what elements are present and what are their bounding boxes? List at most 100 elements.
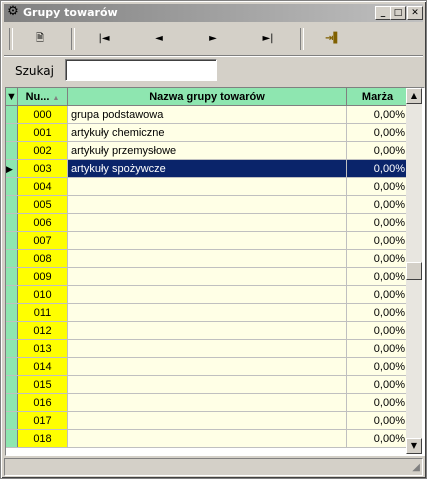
header-indicator[interactable]: ▼ bbox=[6, 88, 18, 106]
table-row[interactable]: 016 0,00% bbox=[6, 393, 409, 412]
row-number-cell[interactable]: 009 bbox=[17, 267, 68, 286]
table-row[interactable]: 015 0,00% bbox=[6, 375, 409, 394]
row-number-cell[interactable]: 007 bbox=[17, 231, 68, 250]
maximize-button[interactable]: □ bbox=[390, 6, 406, 20]
row-number-cell[interactable]: 006 bbox=[17, 213, 68, 232]
row-indicator[interactable] bbox=[6, 357, 18, 376]
row-name-cell[interactable] bbox=[67, 195, 347, 214]
row-marza-cell[interactable]: 0,00% bbox=[346, 393, 409, 412]
row-name-cell[interactable]: artykuły chemiczne bbox=[67, 123, 347, 142]
row-number-cell[interactable]: 002 bbox=[17, 141, 68, 160]
exit-button[interactable]: ⇥▌ bbox=[316, 27, 350, 51]
refresh-button[interactable]: 🗎 bbox=[28, 27, 52, 51]
row-marza-cell[interactable]: 0,00% bbox=[346, 231, 409, 250]
row-indicator[interactable]: ▶ bbox=[6, 159, 18, 178]
resize-grip-icon[interactable]: ◢ bbox=[412, 462, 420, 473]
row-number-cell[interactable]: 001 bbox=[17, 123, 68, 142]
search-input[interactable] bbox=[65, 59, 217, 81]
row-marza-cell[interactable]: 0,00% bbox=[346, 429, 409, 448]
row-number-cell[interactable]: 003 bbox=[17, 159, 68, 178]
table-row[interactable]: 004 0,00% bbox=[6, 177, 409, 196]
row-name-cell[interactable] bbox=[67, 357, 347, 376]
row-name-cell[interactable]: artykuły spożywcze bbox=[67, 159, 347, 178]
close-button[interactable]: ✕ bbox=[407, 6, 423, 20]
row-number-cell[interactable]: 012 bbox=[17, 321, 68, 340]
minimize-button[interactable]: _ bbox=[375, 6, 391, 20]
row-name-cell[interactable] bbox=[67, 285, 347, 304]
row-indicator[interactable] bbox=[6, 105, 18, 124]
row-indicator[interactable] bbox=[6, 141, 18, 160]
table-row[interactable]: 001 artykuły chemiczne 0,00% bbox=[6, 123, 409, 142]
scroll-up-button[interactable]: ▲ bbox=[406, 88, 422, 104]
table-row[interactable]: ▶ 003 artykuły spożywcze 0,00% bbox=[6, 159, 409, 178]
scroll-thumb[interactable] bbox=[406, 262, 422, 280]
row-indicator[interactable] bbox=[6, 429, 18, 448]
row-number-cell[interactable]: 011 bbox=[17, 303, 68, 322]
table-row[interactable]: 005 0,00% bbox=[6, 195, 409, 214]
row-name-cell[interactable] bbox=[67, 429, 347, 448]
row-number-cell[interactable]: 004 bbox=[17, 177, 68, 196]
table-row[interactable]: 006 0,00% bbox=[6, 213, 409, 232]
row-indicator[interactable] bbox=[6, 123, 18, 142]
row-indicator[interactable] bbox=[6, 231, 18, 250]
row-indicator[interactable] bbox=[6, 249, 18, 268]
scroll-down-button[interactable]: ▼ bbox=[406, 438, 422, 454]
row-number-cell[interactable]: 015 bbox=[17, 375, 68, 394]
row-indicator[interactable] bbox=[6, 393, 18, 412]
column-header-marza[interactable]: Marża bbox=[346, 88, 409, 106]
table-row[interactable]: 013 0,00% bbox=[6, 339, 409, 358]
row-name-cell[interactable] bbox=[67, 321, 347, 340]
row-indicator[interactable] bbox=[6, 213, 18, 232]
row-number-cell[interactable]: 018 bbox=[17, 429, 68, 448]
row-indicator[interactable] bbox=[6, 321, 18, 340]
row-marza-cell[interactable]: 0,00% bbox=[346, 285, 409, 304]
row-name-cell[interactable] bbox=[67, 267, 347, 286]
row-name-cell[interactable] bbox=[67, 411, 347, 430]
row-marza-cell[interactable]: 0,00% bbox=[346, 357, 409, 376]
row-indicator[interactable] bbox=[6, 303, 18, 322]
row-marza-cell[interactable]: 0,00% bbox=[346, 267, 409, 286]
row-marza-cell[interactable]: 0,00% bbox=[346, 411, 409, 430]
row-name-cell[interactable] bbox=[67, 249, 347, 268]
row-marza-cell[interactable]: 0,00% bbox=[346, 141, 409, 160]
previous-record-button[interactable]: ◄ bbox=[147, 27, 171, 51]
column-header-number[interactable]: Nu... ▲ bbox=[17, 88, 68, 106]
row-marza-cell[interactable]: 0,00% bbox=[346, 177, 409, 196]
table-row[interactable]: 008 0,00% bbox=[6, 249, 409, 268]
row-marza-cell[interactable]: 0,00% bbox=[346, 105, 409, 124]
row-indicator[interactable] bbox=[6, 195, 18, 214]
table-row[interactable]: 007 0,00% bbox=[6, 231, 409, 250]
row-marza-cell[interactable]: 0,00% bbox=[346, 321, 409, 340]
first-record-button[interactable]: |◄ bbox=[92, 27, 116, 51]
row-number-cell[interactable]: 005 bbox=[17, 195, 68, 214]
row-name-cell[interactable] bbox=[67, 375, 347, 394]
row-name-cell[interactable] bbox=[67, 393, 347, 412]
table-row[interactable]: 018 0,00% bbox=[6, 429, 409, 448]
table-row[interactable]: 012 0,00% bbox=[6, 321, 409, 340]
table-row[interactable]: 011 0,00% bbox=[6, 303, 409, 322]
row-number-cell[interactable]: 017 bbox=[17, 411, 68, 430]
row-marza-cell[interactable]: 0,00% bbox=[346, 303, 409, 322]
row-name-cell[interactable] bbox=[67, 339, 347, 358]
row-indicator[interactable] bbox=[6, 285, 18, 304]
row-name-cell[interactable]: artykuły przemysłowe bbox=[67, 141, 347, 160]
vertical-scrollbar[interactable]: ▲ ▼ bbox=[406, 88, 422, 454]
row-number-cell[interactable]: 010 bbox=[17, 285, 68, 304]
row-name-cell[interactable] bbox=[67, 177, 347, 196]
row-marza-cell[interactable]: 0,00% bbox=[346, 249, 409, 268]
row-indicator[interactable] bbox=[6, 375, 18, 394]
row-name-cell[interactable] bbox=[67, 303, 347, 322]
row-indicator[interactable] bbox=[6, 267, 18, 286]
row-indicator[interactable] bbox=[6, 177, 18, 196]
row-indicator[interactable] bbox=[6, 411, 18, 430]
row-name-cell[interactable]: grupa podstawowa bbox=[67, 105, 347, 124]
row-name-cell[interactable] bbox=[67, 231, 347, 250]
table-row[interactable]: 000 grupa podstawowa 0,00% bbox=[6, 105, 409, 124]
table-row[interactable]: 017 0,00% bbox=[6, 411, 409, 430]
row-number-cell[interactable]: 014 bbox=[17, 357, 68, 376]
row-marza-cell[interactable]: 0,00% bbox=[346, 159, 409, 178]
table-row[interactable]: 002 artykuły przemysłowe 0,00% bbox=[6, 141, 409, 160]
row-indicator[interactable] bbox=[6, 339, 18, 358]
row-number-cell[interactable]: 000 bbox=[17, 105, 68, 124]
table-row[interactable]: 009 0,00% bbox=[6, 267, 409, 286]
